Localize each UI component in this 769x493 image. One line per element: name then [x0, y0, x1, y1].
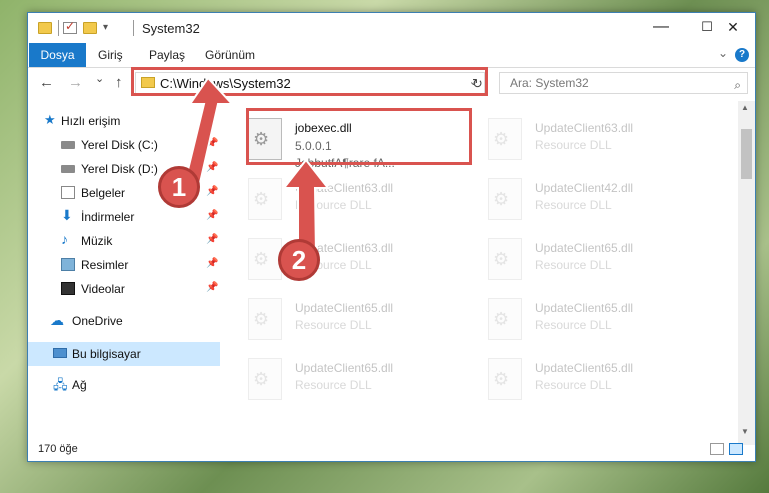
tab-view[interactable]: Görünüm [205, 43, 255, 67]
dll-file-icon [488, 238, 522, 280]
file-name: UpdateClient65.dll [295, 301, 394, 315]
ribbon: Dosya Giriş Paylaş Görünüm ⌄ ? [28, 43, 755, 68]
tab-share[interactable]: Paylaş [149, 43, 185, 67]
sidebar-item-label: Resimler [81, 258, 129, 272]
sidebar-item-label: Müzik [81, 234, 113, 248]
file-item[interactable]: UpdateClient65.dll Resource DLL [224, 351, 444, 407]
file-name: UpdateClient65.dll [535, 241, 634, 255]
dll-file-icon [488, 358, 522, 400]
sidebar-item-label: Videolar [81, 282, 125, 296]
search-placeholder: Ara: System32 [510, 76, 589, 90]
window-title: System32 [142, 20, 200, 36]
quick-access-toolbar: ▾ System32 [38, 19, 200, 36]
search-input[interactable]: Ara: System32 ⌕ [499, 72, 748, 94]
sidebar-item-label: Belgeler [81, 186, 126, 200]
search-icon[interactable]: ⌕ [734, 75, 741, 95]
file-description: Resource DLL [535, 378, 612, 392]
help-icon[interactable]: ? [735, 48, 749, 62]
details-view-icon[interactable] [710, 443, 724, 455]
sidebar-item-videos[interactable]: Videolar 📌 [28, 277, 220, 301]
cloud-icon: ☁ [50, 312, 64, 328]
recent-locations-button[interactable]: ⌄ [95, 72, 104, 85]
file-name: UpdateClient63.dll [535, 121, 634, 135]
documents-icon [61, 186, 75, 199]
star-icon: ★ [44, 112, 56, 127]
scroll-down-icon[interactable]: ▼ [741, 427, 749, 436]
file-item[interactable]: UpdateClient65.dll Resource DLL [464, 291, 684, 347]
disk-icon [61, 141, 75, 149]
file-name: UpdateClient42.dll [535, 181, 634, 195]
sidebar-item-label: Yerel Disk (C:) [81, 138, 158, 152]
sidebar-item-label: Bu bilgisayar [72, 347, 141, 361]
dll-file-icon [248, 358, 282, 400]
sidebar-item-onedrive[interactable]: ☁ OneDrive [28, 309, 220, 333]
large-icons-view-icon[interactable] [729, 443, 743, 455]
file-item[interactable]: UpdateClient65.dll Resource DLL [464, 231, 684, 287]
scroll-thumb[interactable] [741, 129, 752, 179]
file-name: UpdateClient65.dll [295, 361, 394, 375]
file-description: Resource DLL [295, 318, 372, 332]
vertical-scrollbar[interactable]: ▲ ▼ [738, 101, 755, 445]
sidebar-item-label: Yerel Disk (D:) [81, 162, 158, 176]
file-description: Resource DLL [535, 318, 612, 332]
sidebar-item-downloads[interactable]: ⬇ İndirmeler 📌 [28, 205, 220, 229]
properties-icon[interactable] [63, 19, 77, 34]
file-item[interactable]: UpdateClient63.dll Resource DLL [464, 111, 684, 167]
minimize-button[interactable]: — [638, 13, 684, 43]
new-folder-icon[interactable] [83, 22, 97, 34]
sidebar-item-label: OneDrive [72, 314, 123, 328]
sidebar-item-music[interactable]: ♪ Müzik 📌 [28, 229, 220, 253]
pin-icon[interactable]: 📌 [206, 258, 218, 269]
status-bar: 170 öğe [28, 439, 755, 461]
expand-ribbon-icon[interactable]: ⌄ [718, 46, 728, 60]
pin-icon[interactable]: 📌 [206, 234, 218, 245]
sidebar-item-label: Hızlı erişim [61, 114, 121, 128]
pin-icon[interactable]: 📌 [206, 282, 218, 293]
dll-file-icon [248, 298, 282, 340]
file-description: Resource DLL [535, 198, 612, 212]
step-1-badge: 1 [158, 166, 200, 208]
pin-icon[interactable]: 📌 [206, 210, 218, 221]
step-2-badge: 2 [278, 239, 320, 281]
sidebar-item-label: İndirmeler [81, 210, 135, 224]
file-item[interactable]: UpdateClient42.dll Resource DLL [464, 171, 684, 227]
videos-icon [61, 282, 75, 295]
back-button[interactable]: ← [39, 74, 54, 91]
dll-file-icon [488, 298, 522, 340]
file-item[interactable]: UpdateClient65.dll Resource DLL [224, 291, 444, 347]
file-name: UpdateClient65.dll [535, 301, 634, 315]
sidebar-item-label: Ağ [72, 378, 87, 392]
separator [58, 20, 59, 36]
music-icon: ♪ [61, 231, 68, 247]
file-description: Resource DLL [295, 378, 372, 392]
title-bar: ▾ System32 — ☐ ✕ [28, 13, 755, 43]
dll-file-icon [488, 118, 522, 160]
close-button[interactable]: ✕ [710, 13, 756, 43]
dll-file-icon [488, 178, 522, 220]
pictures-icon [61, 258, 75, 271]
file-name: UpdateClient65.dll [535, 361, 634, 375]
network-icon: 🖧 [53, 377, 68, 392]
forward-button[interactable]: → [68, 74, 83, 91]
tab-file[interactable]: Dosya [29, 43, 86, 67]
computer-icon [53, 348, 67, 358]
disk-icon [61, 165, 75, 173]
tab-home[interactable]: Giriş [98, 43, 123, 67]
file-highlight-box [246, 108, 472, 165]
sidebar-item-this-pc[interactable]: Bu bilgisayar [28, 342, 220, 366]
separator [133, 20, 134, 36]
sidebar-item-network[interactable]: 🖧 Ağ [28, 373, 220, 397]
file-item[interactable]: UpdateClient65.dll Resource DLL [464, 351, 684, 407]
folder-icon [38, 22, 52, 34]
file-description: Resource DLL [535, 258, 612, 272]
sidebar-item-pictures[interactable]: Resimler 📌 [28, 253, 220, 277]
file-description: Resource DLL [535, 138, 612, 152]
item-count: 170 öğe [38, 443, 78, 455]
download-icon: ⬇ [61, 207, 73, 223]
scroll-up-icon[interactable]: ▲ [741, 103, 749, 112]
up-button[interactable]: ↑ [115, 74, 123, 91]
customize-quick-access-icon[interactable]: ▾ [103, 22, 119, 34]
